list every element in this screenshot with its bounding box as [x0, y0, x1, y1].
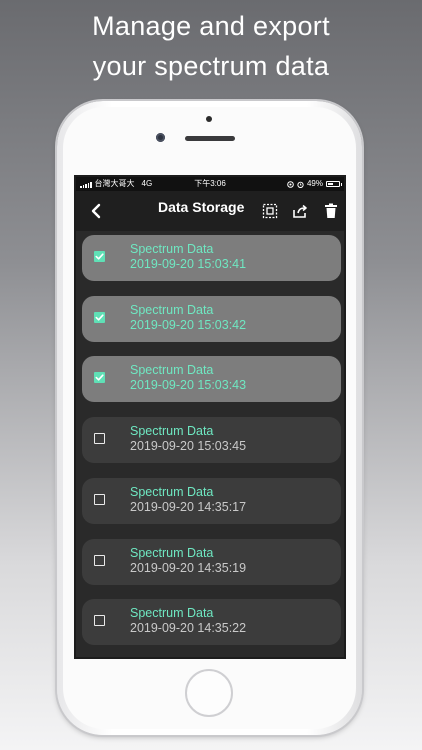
list-item[interactable]: Spectrum Data 2019-09-20 15:03:41 [82, 235, 341, 281]
record-timestamp: 2019-09-20 15:03:42 [130, 317, 247, 332]
record-title: Spectrum Data [130, 545, 214, 560]
list-item[interactable]: Spectrum Data 2019-09-20 14:35:17 [82, 477, 341, 524]
select-all-icon[interactable] [260, 201, 280, 221]
record-timestamp: 2019-09-20 15:03:41 [130, 257, 247, 271]
record-title: Spectrum Data [130, 363, 214, 378]
checkbox-empty-icon[interactable] [94, 615, 105, 627]
earpiece-speaker [185, 136, 235, 141]
headline-line-1: Manage and export [92, 11, 330, 41]
record-title: Spectrum Data [130, 606, 214, 621]
nav-bar: Data Storage [76, 191, 344, 231]
rotation-lock-icon [287, 180, 294, 188]
alarm-icon [297, 181, 304, 188]
battery-percent: 49% [306, 179, 323, 188]
record-timestamp: 2019-09-20 14:35:22 [130, 621, 247, 636]
headline-line-2: your spectrum data [92, 51, 330, 81]
status-bar: 台灣大哥大 4G 下午3:06 49% [76, 177, 344, 191]
list-item[interactable]: Spectrum Data 2019-09-20 15:03:43 [82, 356, 341, 403]
list-item[interactable]: Spectrum Data 2019-09-20 14:35:22 [82, 599, 341, 646]
front-camera-icon [156, 133, 165, 142]
record-timestamp: 2019-09-20 15:03:43 [130, 378, 247, 393]
list-item[interactable]: Spectrum Data 2019-09-20 15:03:42 [82, 295, 341, 342]
record-timestamp: 2019-09-20 14:35:19 [130, 560, 247, 575]
record-title: Spectrum Data [130, 302, 214, 317]
checkbox-checked-icon[interactable] [94, 372, 105, 384]
record-timestamp: 2019-09-20 15:03:45 [130, 439, 247, 454]
checkbox-checked-icon[interactable] [94, 311, 105, 323]
list-item[interactable]: Spectrum Data 2019-09-20 14:35:19 [82, 538, 341, 585]
checkbox-empty-icon[interactable] [94, 493, 105, 505]
checkbox-empty-icon[interactable] [94, 554, 105, 566]
app-screen: 台灣大哥大 4G 下午3:06 49% Data Storage Spectru… [74, 175, 346, 659]
page-title: Data Storage [158, 199, 245, 215]
battery-icon [326, 181, 342, 187]
record-timestamp: 2019-09-20 14:35:17 [130, 499, 247, 514]
back-chevron-icon[interactable] [86, 200, 108, 222]
list-item[interactable]: Spectrum Data 2019-09-20 15:03:45 [82, 417, 341, 464]
status-right: 49% [287, 177, 342, 191]
home-button[interactable] [185, 669, 233, 717]
share-icon[interactable] [290, 201, 310, 221]
record-title: Spectrum Data [130, 484, 214, 499]
trash-icon[interactable] [321, 201, 341, 221]
record-title: Spectrum Data [130, 424, 214, 439]
proximity-sensor [206, 116, 212, 122]
record-title: Spectrum Data [130, 242, 214, 256]
checkbox-empty-icon[interactable] [94, 433, 105, 445]
checkbox-checked-icon[interactable] [94, 251, 105, 262]
